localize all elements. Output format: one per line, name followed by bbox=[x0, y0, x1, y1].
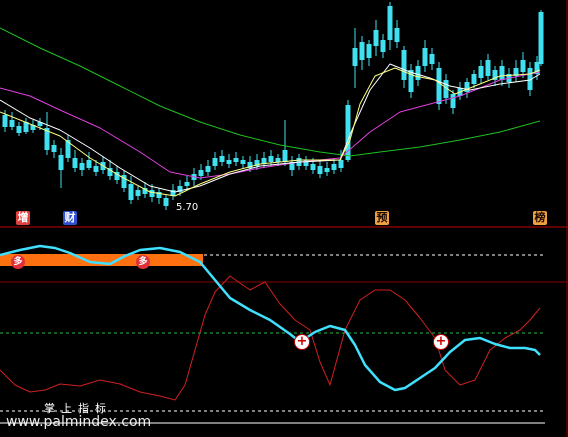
increase-tag-icon[interactable]: 增 bbox=[16, 211, 30, 225]
candle-body bbox=[464, 82, 470, 92]
forecast-tag-icon[interactable]: 预 bbox=[375, 211, 389, 225]
candle-body bbox=[380, 40, 386, 52]
candle-body bbox=[58, 155, 64, 170]
candle-body bbox=[485, 60, 491, 76]
candle-body bbox=[324, 168, 330, 172]
candle-body bbox=[240, 160, 246, 164]
stock-chart-window: 增 财 预 榜 5.70 多 多 + + 掌上指标 www.palmindex.… bbox=[0, 0, 568, 437]
candle-body bbox=[149, 190, 155, 197]
candle-body bbox=[135, 190, 141, 196]
candle-body bbox=[226, 160, 232, 164]
candle-body bbox=[415, 66, 421, 80]
candle-body bbox=[310, 164, 316, 170]
candlestick-series bbox=[2, 2, 544, 210]
plus-cross-icon[interactable]: + bbox=[294, 334, 310, 350]
candle-body bbox=[499, 66, 505, 80]
candle-body bbox=[338, 160, 344, 168]
chart-canvas[interactable] bbox=[0, 0, 568, 437]
candle-body bbox=[373, 30, 379, 46]
candle-body bbox=[538, 12, 544, 64]
candle-body bbox=[352, 48, 358, 66]
candle-body bbox=[79, 163, 85, 170]
candle-body bbox=[51, 145, 57, 152]
candle-body bbox=[471, 74, 477, 84]
plus-cross-icon[interactable]: + bbox=[433, 334, 449, 350]
ma-line-fast bbox=[0, 67, 541, 197]
candle-body bbox=[205, 166, 211, 172]
candle-body bbox=[387, 6, 393, 40]
candle-body bbox=[86, 160, 92, 168]
candle-body bbox=[450, 94, 456, 108]
bull-signal-icon[interactable]: 多 bbox=[11, 255, 25, 269]
candle-body bbox=[16, 126, 22, 133]
candle-body bbox=[478, 66, 484, 78]
candle-body bbox=[429, 54, 435, 64]
candle-body bbox=[198, 170, 204, 176]
candle-body bbox=[128, 184, 134, 200]
candle-body bbox=[282, 150, 288, 162]
low-price-label: 5.70 bbox=[176, 202, 199, 213]
oscillator-red-line bbox=[0, 275, 541, 401]
ranking-tag-icon[interactable]: 榜 bbox=[533, 211, 547, 225]
candle-body bbox=[401, 50, 407, 80]
candle-body bbox=[275, 158, 281, 162]
candle-body bbox=[366, 44, 372, 58]
candle-body bbox=[163, 198, 169, 206]
candle-body bbox=[233, 158, 239, 162]
candle-body bbox=[9, 120, 15, 127]
candle-body bbox=[317, 166, 323, 174]
bull-signal-icon[interactable]: 多 bbox=[136, 255, 150, 269]
finance-tag-icon[interactable]: 财 bbox=[63, 211, 77, 225]
candle-body bbox=[359, 42, 365, 60]
watermark: www.palmindex.com bbox=[6, 414, 152, 430]
oscillator-cyan-line bbox=[0, 244, 541, 392]
candle-body bbox=[219, 156, 225, 162]
candle-body bbox=[212, 158, 218, 166]
ma-line-short bbox=[0, 63, 541, 193]
candle-body bbox=[345, 105, 351, 160]
candle-body bbox=[268, 156, 274, 162]
candle-body bbox=[184, 182, 190, 186]
candle-body bbox=[93, 166, 99, 172]
candle-body bbox=[394, 28, 400, 42]
candle-body bbox=[72, 158, 78, 168]
candle-body bbox=[2, 115, 8, 127]
candle-body bbox=[520, 60, 526, 72]
candle-body bbox=[422, 48, 428, 66]
candle-body bbox=[436, 68, 442, 104]
candle-body bbox=[331, 164, 337, 170]
